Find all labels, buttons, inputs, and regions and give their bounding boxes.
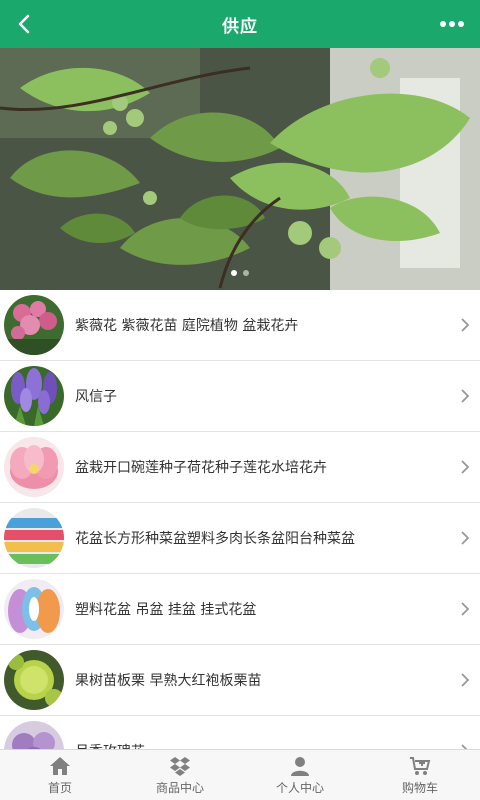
product-thumbnail	[4, 721, 64, 750]
product-name: 果树苗板栗 早熟大红袍板栗苗	[75, 673, 262, 689]
chevron-right-icon	[461, 318, 470, 332]
product-thumbnail	[4, 366, 64, 426]
product-name: 塑料花盆 吊盆 挂盆 挂式花盆	[75, 602, 257, 618]
product-thumbnail	[4, 295, 64, 355]
tab-product-center[interactable]: 商品中心	[120, 750, 240, 800]
list-item[interactable]: 紫薇花 紫薇花苗 庭院植物 盆栽花卉	[0, 290, 480, 361]
more-dots-icon	[440, 21, 464, 27]
home-icon	[50, 757, 70, 775]
list-item[interactable]: 果树苗板栗 早熟大红袍板栗苗	[0, 645, 480, 716]
product-list: 紫薇花 紫薇花苗 庭院植物 盆栽花卉 风信子 盆栽开口碗莲种子荷花种子莲花水培花…	[0, 290, 480, 750]
banner-image	[0, 48, 480, 290]
product-thumbnail	[4, 508, 64, 568]
chevron-right-icon	[461, 602, 470, 616]
dropbox-icon	[170, 757, 190, 776]
back-button[interactable]	[8, 8, 40, 40]
list-item[interactable]: 花盆长方形种菜盆塑料多肉长条盆阳台种菜盆	[0, 503, 480, 574]
chevron-right-icon	[461, 389, 470, 403]
carousel-dot[interactable]	[231, 270, 237, 276]
tab-cart[interactable]: 购物车	[360, 750, 480, 800]
chevron-right-icon	[461, 460, 470, 474]
product-thumbnail	[4, 437, 64, 497]
list-item[interactable]: 塑料花盆 吊盆 挂盆 挂式花盆	[0, 574, 480, 645]
product-thumbnail	[4, 579, 64, 639]
tab-label: 商品中心	[155, 781, 204, 795]
list-item[interactable]: 风信子	[0, 361, 480, 432]
carousel-indicators	[0, 270, 480, 276]
chevron-left-icon	[18, 14, 30, 34]
tab-home[interactable]: 首页	[0, 750, 120, 800]
product-name: 紫薇花 紫薇花苗 庭院植物 盆栽花卉	[75, 318, 299, 334]
product-name: 风信子	[75, 389, 117, 405]
list-item[interactable]: 月季玫瑰花	[0, 716, 480, 750]
product-thumbnail	[4, 650, 64, 710]
tab-label: 购物车	[401, 781, 438, 795]
page-title: 供应	[222, 16, 258, 37]
product-name: 花盆长方形种菜盆塑料多肉长条盆阳台种菜盆	[75, 531, 355, 547]
tab-label: 个人中心	[275, 781, 324, 795]
bottom-tab-bar: 首页 商品中心 个人中心 购物车	[0, 749, 480, 800]
banner-carousel[interactable]	[0, 48, 480, 290]
chevron-right-icon	[461, 673, 470, 687]
user-icon	[291, 757, 309, 776]
more-menu-button[interactable]	[432, 8, 472, 40]
tab-label: 首页	[47, 781, 72, 795]
cart-icon	[410, 757, 431, 775]
carousel-dot[interactable]	[243, 270, 249, 276]
list-item[interactable]: 盆栽开口碗莲种子荷花种子莲花水培花卉	[0, 432, 480, 503]
product-name: 盆栽开口碗莲种子荷花种子莲花水培花卉	[75, 460, 327, 476]
tab-personal-center[interactable]: 个人中心	[240, 750, 360, 800]
app-header: 供应	[0, 0, 480, 48]
chevron-right-icon	[461, 531, 470, 545]
